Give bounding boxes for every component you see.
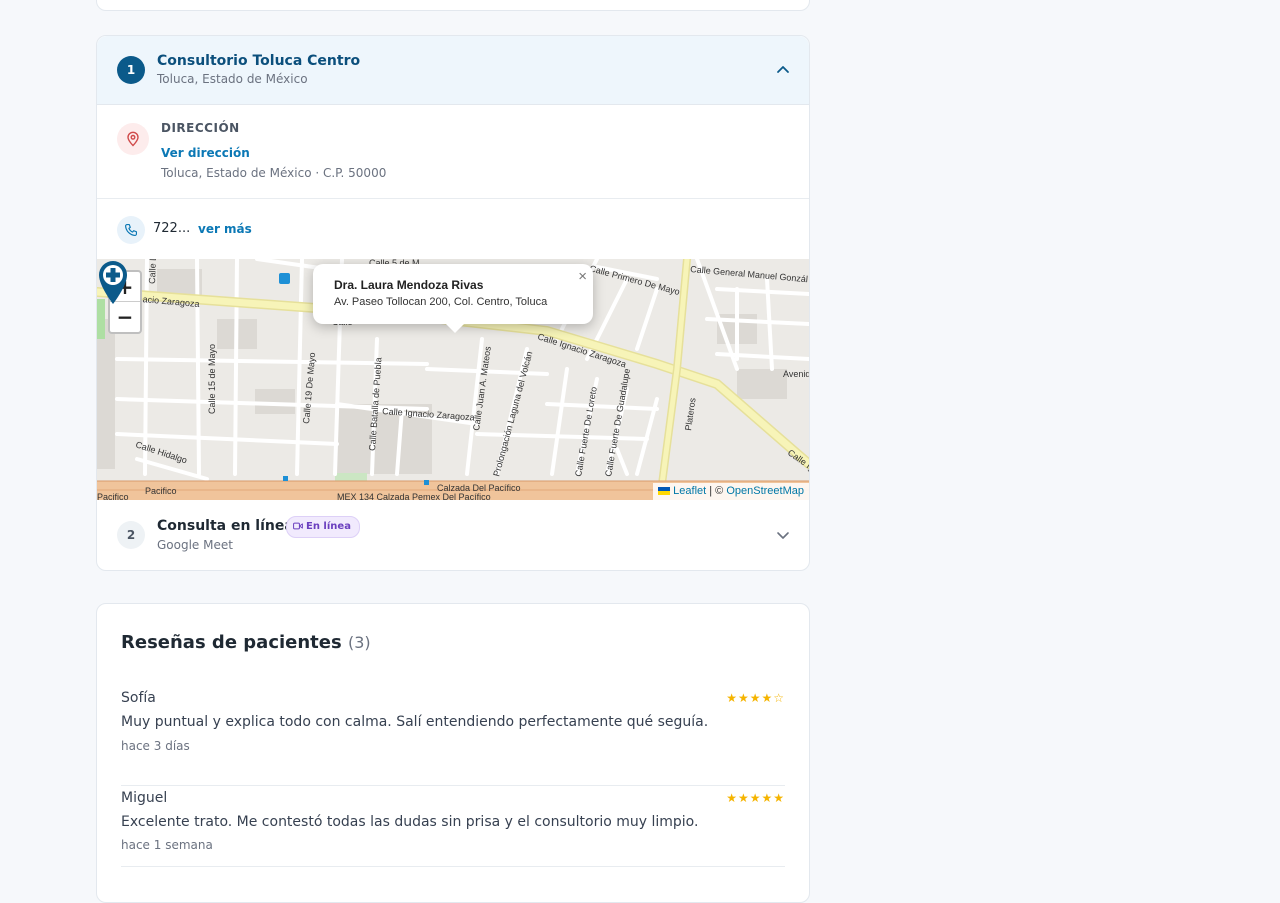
street-label: Avenid	[783, 369, 809, 379]
location-title[interactable]: Consulta en línea	[157, 518, 294, 534]
address-label: DIRECCIÓN	[161, 121, 240, 135]
view-address-link[interactable]: Ver dirección	[161, 146, 250, 160]
popup-address: Av. Paseo Tollocan 200, Col. Centro, Tol…	[334, 296, 548, 308]
map-pin-icon	[117, 123, 149, 155]
phone-number: 722...	[153, 221, 191, 236]
leaflet-link[interactable]: Leaflet	[673, 485, 706, 497]
reviews-count: (3)	[348, 633, 371, 652]
review-time: hace 3 días	[121, 739, 190, 753]
popup-doctor-name: Dra. Laura Mendoza Rivas	[334, 278, 484, 292]
map-popup: Dra. Laura Mendoza Rivas Av. Paseo Tollo…	[313, 264, 593, 324]
chevron-down-icon[interactable]	[775, 527, 791, 543]
street-label: Calle L	[147, 259, 158, 284]
ukraine-flag-icon	[658, 487, 671, 496]
reviews-card: Reseñas de pacientes (3) Sofía ★★★★☆ Muy…	[96, 603, 810, 903]
openstreetmap-link[interactable]: OpenStreetMap	[726, 485, 804, 497]
review-text: Muy puntual y explica todo con calma. Sa…	[121, 714, 709, 730]
locations-card: 1 Consultorio Toluca Centro Toluca, Esta…	[96, 35, 810, 571]
reviews-title: Reseñas de pacientes (3)	[121, 632, 371, 653]
review-item: Miguel ★★★★★ Excelente trato. Me contest…	[121, 785, 785, 883]
street-label: MEX 134 Calzada Pemex Del Pacífico	[337, 492, 491, 500]
video-camera-icon	[293, 522, 303, 530]
street-label: Pacifico	[145, 486, 177, 496]
location-number-badge: 1	[117, 56, 145, 84]
close-icon[interactable]: ×	[578, 268, 587, 285]
street-label: Calle 15 de Mayo	[207, 344, 217, 414]
zoom-out-button[interactable]: −	[110, 302, 140, 332]
reviews-title-text: Reseñas de pacientes	[121, 632, 342, 653]
location-1-header[interactable]: 1 Consultorio Toluca Centro Toluca, Esta…	[97, 36, 809, 105]
review-author: Miguel	[121, 790, 168, 806]
online-badge: En línea	[286, 516, 360, 538]
map[interactable]: Pacifico Calle Ignacio Zaragoza Calle Ca…	[97, 259, 809, 500]
review-author: Sofía	[121, 690, 156, 706]
phone-icon	[117, 216, 145, 244]
chevron-up-icon[interactable]	[775, 62, 791, 78]
street-label: Pacifico	[97, 492, 129, 500]
review-item: Sofía ★★★★☆ Muy puntual y explica todo c…	[121, 688, 785, 785]
divider	[97, 198, 809, 199]
star-rating-icon: ★★★★★	[726, 791, 785, 805]
divider	[121, 866, 785, 867]
previous-card	[96, 0, 810, 11]
location-subtitle: Google Meet	[157, 538, 233, 552]
popup-tip	[445, 323, 465, 333]
location-number-badge: 2	[117, 521, 145, 549]
medical-marker-icon[interactable]	[97, 259, 129, 305]
location-title: Consultorio Toluca Centro	[157, 53, 361, 69]
review-text: Excelente trato. Me contestó todas las d…	[121, 814, 699, 830]
location-subtitle: Toluca, Estado de México	[157, 72, 308, 86]
review-time: hace 1 semana	[121, 838, 213, 852]
show-phone-link[interactable]: ver más	[198, 222, 252, 236]
star-rating-icon: ★★★★☆	[726, 691, 785, 705]
attribution-separator: | ©	[706, 485, 727, 497]
map-attribution: Leaflet | © OpenStreetMap	[653, 483, 809, 500]
online-badge-label: En línea	[306, 521, 351, 532]
address-city: Toluca, Estado de México · C.P. 50000	[161, 166, 387, 180]
